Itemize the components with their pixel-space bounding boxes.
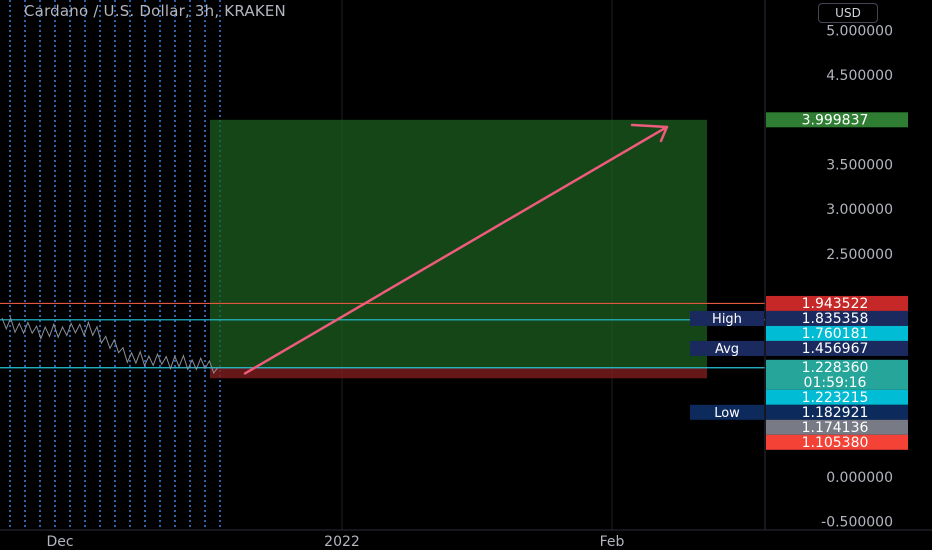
price-label-value: 1.105380 — [802, 435, 869, 451]
chart-canvas[interactable]: 5.000000 4.500000 3.500000 3.000000 2.500000… — [0, 0, 932, 550]
price-label-value: 1.182921 — [802, 405, 869, 421]
price-tick-label: 3.500000 — [826, 157, 893, 173]
price-axis-ticks: 5.000000 4.500000 3.500000 3.000000 2.500000… — [821, 24, 893, 531]
position-loss-zone — [210, 367, 707, 379]
price-label-value: 1.223215 — [802, 390, 869, 406]
price-label-value: 1.943522 — [802, 296, 869, 312]
price-tick-label: -0.500000 — [821, 515, 893, 531]
currency-button[interactable]: USD — [818, 3, 878, 23]
time-tick-label: Dec — [46, 534, 73, 550]
time-tick-label: 2022 — [324, 534, 360, 550]
price-tick-label: 3.000000 — [826, 202, 893, 218]
price-tick-label: 5.000000 — [826, 24, 893, 40]
price-label-value: 1.760181 — [802, 326, 869, 342]
price-label-tag: High — [712, 312, 742, 327]
price-tick-label: 4.500000 — [826, 68, 893, 84]
price-label-value: 1.835358 — [802, 311, 869, 327]
price-series-line — [1, 316, 219, 375]
countdown-label: 01:59:16 — [804, 375, 867, 391]
vertical-line-cluster — [9, 0, 221, 530]
price-label-tag: Avg — [715, 342, 739, 357]
price-label-value: 1.174136 — [802, 420, 869, 436]
price-tick-label: 2.500000 — [826, 247, 893, 263]
price-label-value: 1.456967 — [802, 341, 869, 357]
position-profit-zone — [210, 119, 707, 368]
price-tick-label: 0.000000 — [826, 470, 893, 486]
price-label-value: 3.999837 — [802, 112, 869, 128]
time-axis-ticks: Dec 2022 Feb — [46, 534, 624, 550]
price-label-tag: Low — [714, 406, 740, 421]
symbol-title: Cardano / U.S. Dollar, 3h, KRAKEN — [24, 2, 286, 20]
price-label-value: 1.228360 — [802, 360, 869, 376]
time-tick-label: Feb — [600, 534, 625, 550]
